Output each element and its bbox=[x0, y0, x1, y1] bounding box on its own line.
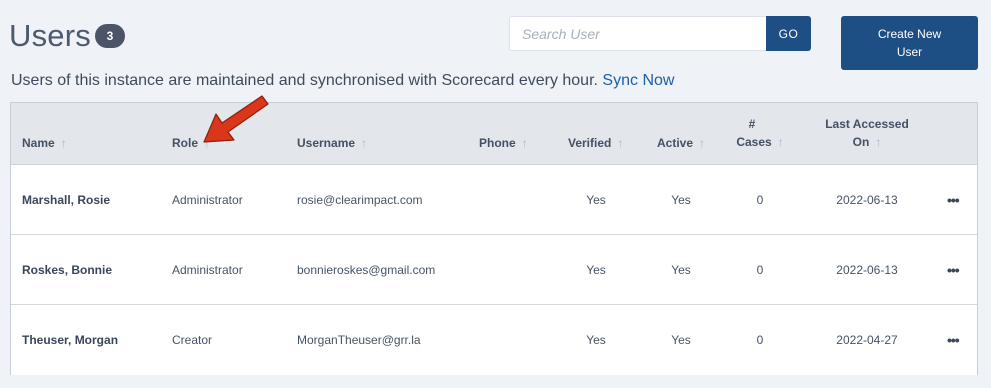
table-row[interactable]: Marshall, Rosie Administrator rosie@clea… bbox=[11, 165, 977, 235]
more-options-icon[interactable]: ••• bbox=[947, 165, 960, 234]
sort-arrow-icon[interactable]: ↑ bbox=[617, 134, 623, 152]
column-header-name[interactable]: Name ↑ bbox=[22, 134, 67, 152]
cell-cases: 0 bbox=[756, 262, 764, 277]
sync-now-link[interactable]: Sync Now bbox=[602, 72, 674, 89]
sync-message: Users of this instance are maintained an… bbox=[11, 72, 598, 89]
cell-username: bonnieroskes@gmail.com bbox=[297, 262, 436, 277]
cell-verified: Yes bbox=[586, 333, 606, 347]
table-row[interactable]: Roskes, Bonnie Administrator bonnieroske… bbox=[11, 235, 977, 305]
sort-arrow-icon[interactable]: ↑ bbox=[522, 134, 528, 152]
column-header-last-accessed[interactable]: Last Accessed On ↑ bbox=[811, 115, 923, 151]
sort-arrow-icon[interactable]: ↑ bbox=[361, 134, 367, 152]
users-table: Name ↑ Role ↑ Username ↑ Phone ↑ Verified ↑ A… bbox=[10, 102, 978, 375]
sort-arrow-icon[interactable]: ↑ bbox=[699, 134, 705, 152]
table-row[interactable]: Theuser, Morgan Creator MorganTheuser@gr… bbox=[11, 305, 977, 375]
column-header-username[interactable]: Username ↑ bbox=[297, 134, 367, 152]
cell-cases: 0 bbox=[756, 192, 764, 207]
column-header-phone[interactable]: Phone ↑ bbox=[479, 134, 528, 152]
more-options-icon[interactable]: ••• bbox=[947, 305, 960, 375]
search-input[interactable] bbox=[509, 16, 767, 51]
sort-arrow-icon[interactable]: ↑ bbox=[875, 133, 881, 151]
cell-verified: Yes bbox=[586, 262, 606, 277]
column-header-active[interactable]: Active ↑ bbox=[657, 134, 705, 152]
create-new-user-button[interactable]: Create New User bbox=[841, 16, 978, 70]
cell-verified: Yes bbox=[586, 192, 606, 207]
cell-name[interactable]: Marshall, Rosie bbox=[22, 165, 110, 234]
cell-role: Administrator bbox=[172, 192, 243, 207]
cell-last-accessed: 2022-06-13 bbox=[836, 262, 898, 277]
column-header-role[interactable]: Role ↑ bbox=[172, 134, 210, 152]
cell-active: Yes bbox=[671, 192, 691, 207]
cell-role: Administrator bbox=[172, 262, 243, 277]
cell-username: rosie@clearimpact.com bbox=[297, 192, 423, 207]
user-count-badge: 3 bbox=[95, 24, 125, 48]
cell-role: Creator bbox=[172, 333, 213, 347]
cell-username: MorganTheuser@grr.la bbox=[297, 333, 421, 347]
column-header-verified[interactable]: Verified ↑ bbox=[568, 134, 623, 152]
cell-cases: 0 bbox=[756, 333, 764, 347]
search-go-button[interactable]: GO bbox=[766, 16, 811, 51]
cell-active: Yes bbox=[671, 333, 691, 347]
sort-arrow-icon[interactable]: ↑ bbox=[61, 134, 67, 152]
sort-arrow-icon[interactable]: ↑ bbox=[778, 133, 784, 151]
page-title: Users bbox=[9, 18, 91, 53]
cell-name[interactable]: Theuser, Morgan bbox=[22, 305, 118, 375]
more-options-icon[interactable]: ••• bbox=[947, 235, 960, 304]
cell-name[interactable]: Roskes, Bonnie bbox=[22, 235, 112, 304]
table-header: Name ↑ Role ↑ Username ↑ Phone ↑ Verified ↑ A… bbox=[11, 103, 977, 165]
sort-arrow-icon[interactable]: ↑ bbox=[204, 134, 210, 152]
cell-last-accessed: 2022-06-13 bbox=[836, 192, 898, 207]
cell-active: Yes bbox=[671, 262, 691, 277]
column-header-cases[interactable]: # Cases ↑ bbox=[725, 115, 795, 151]
cell-last-accessed: 2022-04-27 bbox=[836, 333, 898, 347]
sync-notice: Users of this instance are maintained an… bbox=[11, 72, 674, 90]
